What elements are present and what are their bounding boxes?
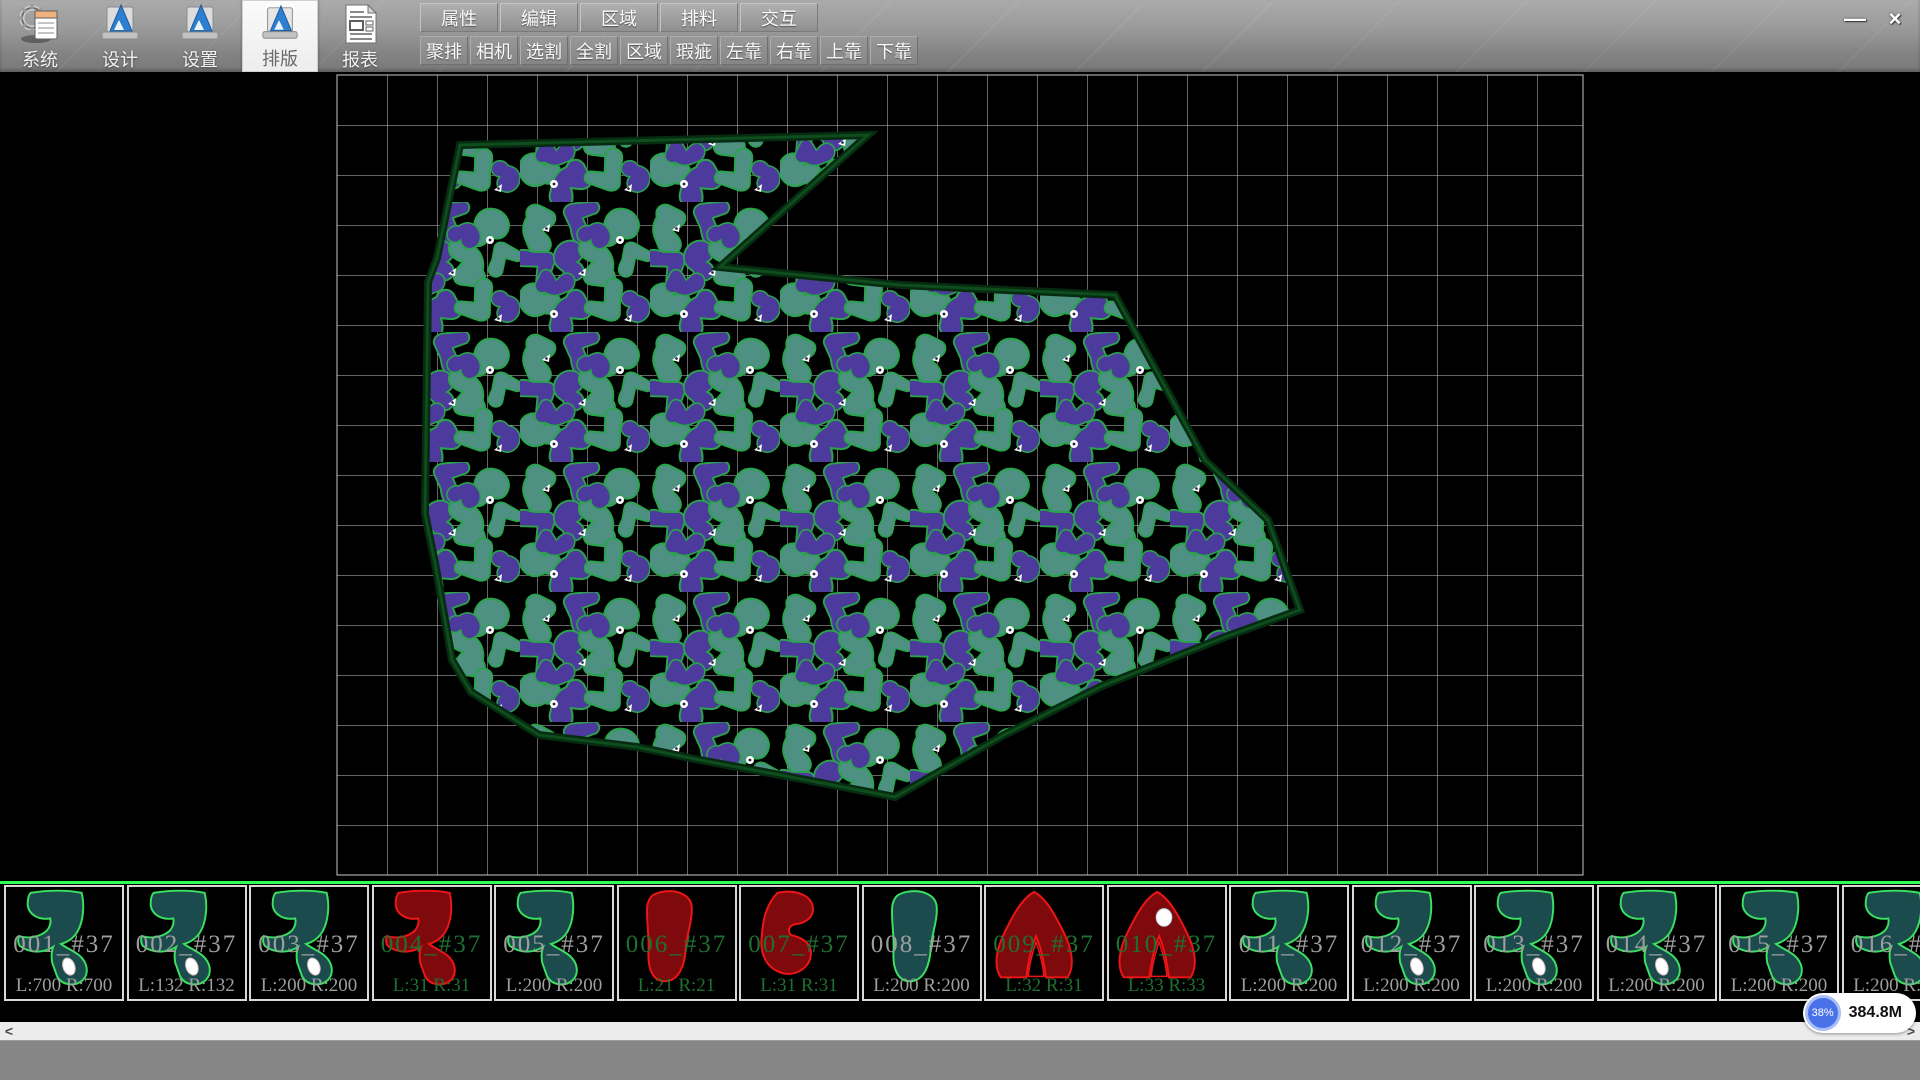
nav-layout-button[interactable]: 排版 [242, 0, 318, 72]
memory-value: 384.8M [1849, 1004, 1902, 1022]
tool-align-left-button[interactable]: 左靠 [720, 36, 768, 65]
tool-select-cut-button[interactable]: 选割 [520, 36, 568, 65]
thumbnail-cell[interactable]: 015_#37 L:200 R:200 [1719, 885, 1839, 1001]
thumbnail-cell[interactable]: 010_#37 L:33 R:33 [1107, 885, 1227, 1001]
canvas-drawing [0, 72, 1920, 881]
report-document-icon [338, 3, 382, 45]
thumbnail-cell[interactable]: 001_#37 L:700 R:700 [4, 885, 124, 1001]
part-lr-count: L:200 R:200 [1231, 975, 1347, 997]
part-lr-count: L:21 R:21 [619, 975, 735, 997]
thumbnail-cell[interactable]: 004_#37 L:31 R:31 [372, 885, 492, 1001]
part-lr-count: L:200 R:200 [496, 975, 612, 997]
menu-item-nesting[interactable]: 排料 [660, 3, 738, 32]
tool-bar: 聚排 相机 选割 全割 区域 瑕疵 左靠 右靠 上靠 下靠 [420, 36, 920, 66]
nav-system-label: 系统 [22, 46, 58, 72]
laptop-ruler-icon [178, 3, 222, 45]
part-name: 003_#37 [251, 931, 367, 959]
laptop-ruler-icon [98, 3, 142, 45]
nav-settings-button[interactable]: 设置 [162, 0, 238, 72]
part-name: 012_#37 [1354, 931, 1470, 959]
part-name: 010_#37 [1109, 931, 1225, 959]
part-lr-count: L:700 R:700 [6, 975, 122, 997]
nav-settings-label: 设置 [182, 46, 218, 72]
menu-item-attribute[interactable]: 属性 [420, 3, 498, 32]
parts-thumbnail-strip: 001_#37 L:700 R:700 002_#37 L:132 R:132 … [0, 884, 1920, 1022]
nav-design-button[interactable]: 设计 [82, 0, 158, 72]
menu-item-edit[interactable]: 编辑 [500, 3, 578, 32]
horizontal-scrollbar[interactable]: < > [0, 1022, 1920, 1040]
part-name: 016_#37 [1844, 931, 1920, 959]
tool-defect-button[interactable]: 瑕疵 [670, 36, 718, 65]
close-button[interactable]: × [1878, 4, 1912, 34]
laptop-ruler-icon [258, 4, 302, 44]
part-lr-count: L:200 R:200 [251, 975, 367, 997]
menu-item-region[interactable]: 区域 [580, 3, 658, 32]
part-name: 014_#37 [1599, 931, 1715, 959]
minimize-button[interactable]: — [1838, 4, 1872, 34]
status-bar [0, 1040, 1920, 1080]
progress-circle: 38% [1805, 995, 1841, 1031]
window-controls: — × [1838, 4, 1912, 34]
thumbnail-cell[interactable]: 016_#37 L:200 R:200 [1842, 885, 1920, 1001]
part-lr-count: L:31 R:31 [741, 975, 857, 997]
ribbon-toolbar: 系统 设计 设置 [0, 0, 1920, 72]
part-name: 004_#37 [374, 931, 490, 959]
menu-bar: 属性 编辑 区域 排料 交互 [420, 3, 820, 33]
nesting-canvas[interactable] [0, 72, 1920, 881]
thumbnail-cell[interactable]: 007_#37 L:31 R:31 [739, 885, 859, 1001]
part-name: 008_#37 [864, 931, 980, 959]
part-lr-count: L:31 R:31 [374, 975, 490, 997]
tool-camera-button[interactable]: 相机 [470, 36, 518, 65]
nav-report-label: 报表 [342, 46, 378, 72]
memory-usage-badge[interactable]: 38% 384.8M [1803, 993, 1916, 1033]
scroll-left-icon[interactable]: < [0, 1022, 18, 1040]
tool-cut-all-button[interactable]: 全割 [570, 36, 618, 65]
part-lr-count: L:200 R:200 [1354, 975, 1470, 997]
part-name: 009_#37 [986, 931, 1102, 959]
tool-align-right-button[interactable]: 右靠 [770, 36, 818, 65]
part-lr-count: L:33 R:33 [1109, 975, 1225, 997]
part-lr-count: L:200 R:200 [1599, 975, 1715, 997]
thumbnail-cell[interactable]: 006_#37 L:21 R:21 [617, 885, 737, 1001]
part-name: 006_#37 [619, 931, 735, 959]
part-name: 007_#37 [741, 931, 857, 959]
thumbnail-cell[interactable]: 013_#37 L:200 R:200 [1474, 885, 1594, 1001]
nav-system-button[interactable]: 系统 [2, 0, 78, 72]
application-window: 系统 设计 设置 [0, 0, 1920, 1080]
thumbnail-cell[interactable]: 003_#37 L:200 R:200 [249, 885, 369, 1001]
gear-notepad-icon [18, 3, 62, 45]
part-lr-count: L:32 R:31 [986, 975, 1102, 997]
menu-item-interact[interactable]: 交互 [740, 3, 818, 32]
nav-layout-label: 排版 [262, 45, 298, 71]
tool-region-button[interactable]: 区域 [620, 36, 668, 65]
thumbnail-cell[interactable]: 012_#37 L:200 R:200 [1352, 885, 1472, 1001]
tool-align-top-button[interactable]: 上靠 [820, 36, 868, 65]
part-lr-count: L:200 R:200 [864, 975, 980, 997]
part-name: 015_#37 [1721, 931, 1837, 959]
tool-align-bottom-button[interactable]: 下靠 [870, 36, 918, 65]
part-name: 011_#37 [1231, 931, 1347, 959]
thumbnail-cell[interactable]: 011_#37 L:200 R:200 [1229, 885, 1349, 1001]
part-name: 005_#37 [496, 931, 612, 959]
thumbnail-cell[interactable]: 002_#37 L:132 R:132 [127, 885, 247, 1001]
thumbnail-cell[interactable]: 008_#37 L:200 R:200 [862, 885, 982, 1001]
thumbnail-cell[interactable]: 005_#37 L:200 R:200 [494, 885, 614, 1001]
part-name: 013_#37 [1476, 931, 1592, 959]
thumbnail-cell[interactable]: 014_#37 L:200 R:200 [1597, 885, 1717, 1001]
part-name: 001_#37 [6, 931, 122, 959]
tool-cluster-nest-button[interactable]: 聚排 [420, 36, 468, 65]
nav-report-button[interactable]: 报表 [322, 0, 398, 72]
nav-design-label: 设计 [102, 46, 138, 72]
part-lr-count: L:200 R:200 [1476, 975, 1592, 997]
part-name: 002_#37 [129, 931, 245, 959]
part-lr-count: L:132 R:132 [129, 975, 245, 997]
thumbnail-cell[interactable]: 009_#37 L:32 R:31 [984, 885, 1104, 1001]
